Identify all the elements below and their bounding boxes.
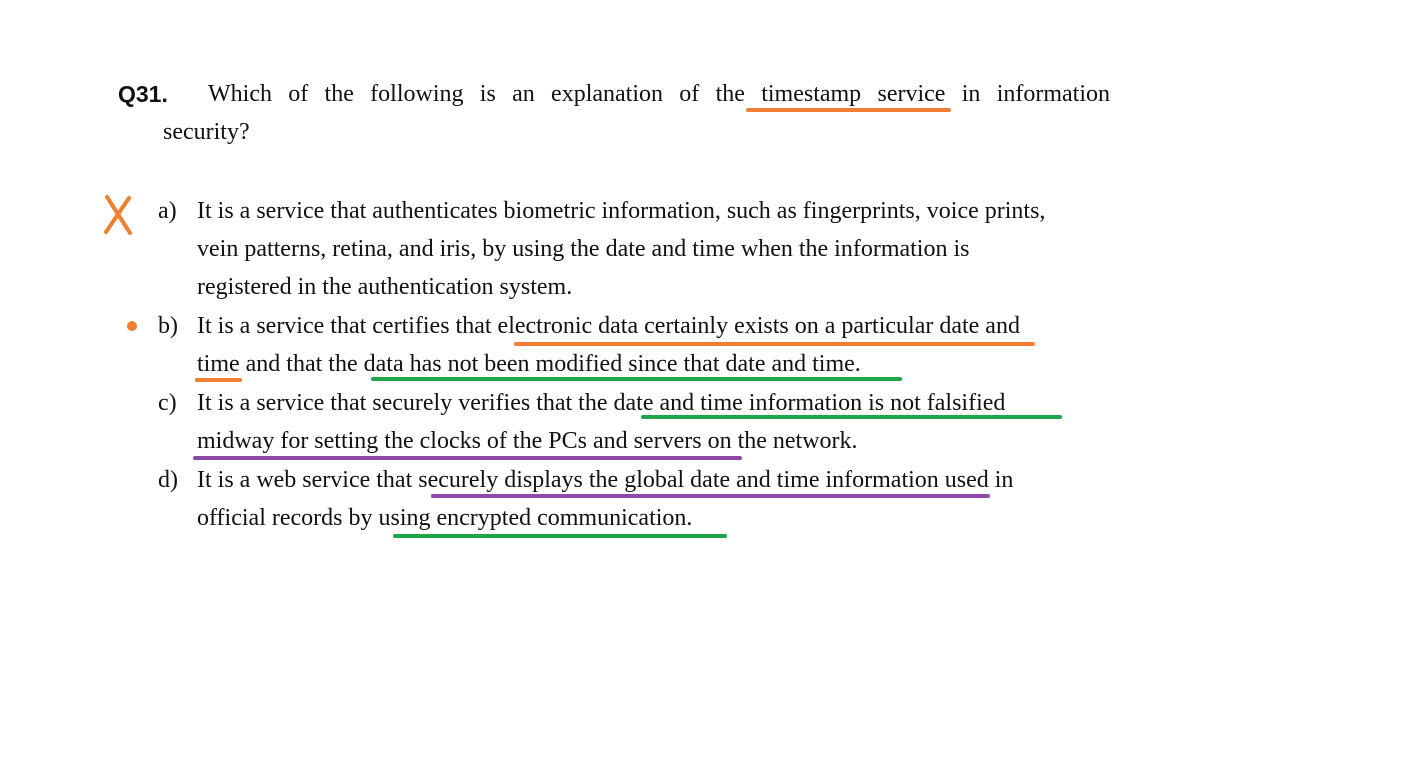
underline-timestamp-service [746,108,951,112]
option-c-letter: c) [158,390,177,416]
option-c-line-2: midway for setting the clocks of the PCs… [197,428,858,454]
option-a-line-1: It is a service that authenticates biome… [197,198,1046,224]
option-b-line-2: time and that the data has not been modi… [197,351,861,377]
underline-data-not-modified [371,377,902,381]
underline-setting-clocks [193,456,742,460]
option-b-letter: b) [158,313,178,339]
option-b-line-1: It is a service that certifies that elec… [197,313,1020,339]
underline-time [195,378,242,382]
x-mark-icon [104,195,132,235]
option-a-line-3: registered in the authentication system. [197,274,573,300]
question-text-line-1: Which of the following is an explanation… [208,81,1110,107]
question-number: Q31. [118,81,168,107]
option-d-line-1: It is a web service that securely displa… [197,467,1014,493]
option-d-letter: d) [158,467,178,493]
option-a-line-2: vein patterns, retina, and iris, by usin… [197,236,970,262]
question-text-line-2: security? [163,119,250,145]
dot-icon [127,321,137,331]
underline-electronic-data-exists [514,342,1035,346]
option-d-line-2: official records by using encrypted comm… [197,505,693,531]
underline-date-time-not-falsified [641,415,1062,419]
underline-securely-displays [431,494,990,498]
option-c-line-1: It is a service that securely verifies t… [197,390,1006,416]
option-a-letter: a) [158,198,177,224]
underline-encrypted-communication [393,534,727,538]
